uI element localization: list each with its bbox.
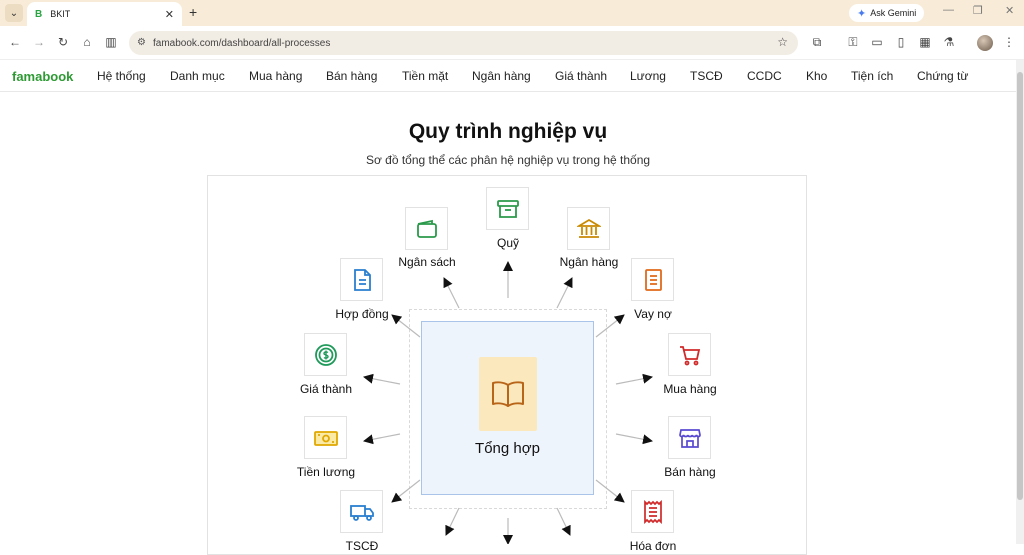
node-label-gia-thanh: Giá thành — [299, 382, 353, 396]
node-label-ban-hang: Bán hàng — [664, 465, 716, 479]
receipt-icon — [643, 499, 662, 524]
node-label-tien-luong: Tiền lương — [296, 465, 356, 479]
arrow-to-tscd — [391, 479, 421, 503]
node-label-vay-no: Vay nợ — [634, 307, 672, 321]
node-label-quy: Quỹ — [496, 236, 519, 250]
node-label-mua-hang: Mua hàng — [663, 382, 717, 396]
arrow-down-left — [445, 507, 460, 536]
arrow-to-ngan-sach — [443, 277, 460, 309]
page-scrollbar[interactable] — [1016, 60, 1024, 544]
arrow-to-hoa-don — [595, 479, 625, 503]
node-hop-dong[interactable] — [340, 258, 383, 301]
archive-icon — [496, 199, 519, 218]
banknote-icon — [313, 430, 338, 446]
node-label-tscd: TSCĐ — [345, 539, 379, 553]
scrollbar-thumb[interactable] — [1017, 72, 1023, 500]
node-tscd[interactable] — [340, 490, 383, 533]
document-icon — [353, 268, 371, 291]
node-vay-no[interactable] — [631, 258, 674, 301]
store-icon — [678, 428, 701, 448]
node-hoa-don[interactable] — [631, 490, 674, 533]
dollar-circle-icon — [314, 343, 337, 366]
node-ngan-sach[interactable] — [405, 207, 448, 250]
node-quy[interactable] — [486, 187, 529, 230]
truck-icon — [349, 504, 374, 521]
node-ban-hang[interactable] — [668, 416, 711, 459]
node-label-ngan-sach: Ngân sách — [398, 255, 456, 269]
bank-icon — [576, 218, 601, 238]
node-label-hoa-don: Hóa đơn — [629, 539, 677, 553]
node-label-hop-dong: Hợp đồng — [335, 307, 389, 321]
diagram-arrows — [363, 261, 653, 544]
wallet-icon — [416, 219, 437, 238]
document-icon — [644, 268, 662, 291]
arrow-to-ngan-hang — [556, 277, 573, 309]
node-mua-hang[interactable] — [668, 333, 711, 376]
arrow-to-ban-hang — [615, 433, 653, 445]
cart-icon — [679, 345, 700, 365]
node-tien-luong[interactable] — [304, 416, 347, 459]
node-ngan-hang[interactable] — [567, 207, 610, 250]
arrow-to-tien-luong — [363, 433, 401, 445]
arrow-down-right — [556, 507, 571, 536]
node-gia-thanh[interactable] — [304, 333, 347, 376]
